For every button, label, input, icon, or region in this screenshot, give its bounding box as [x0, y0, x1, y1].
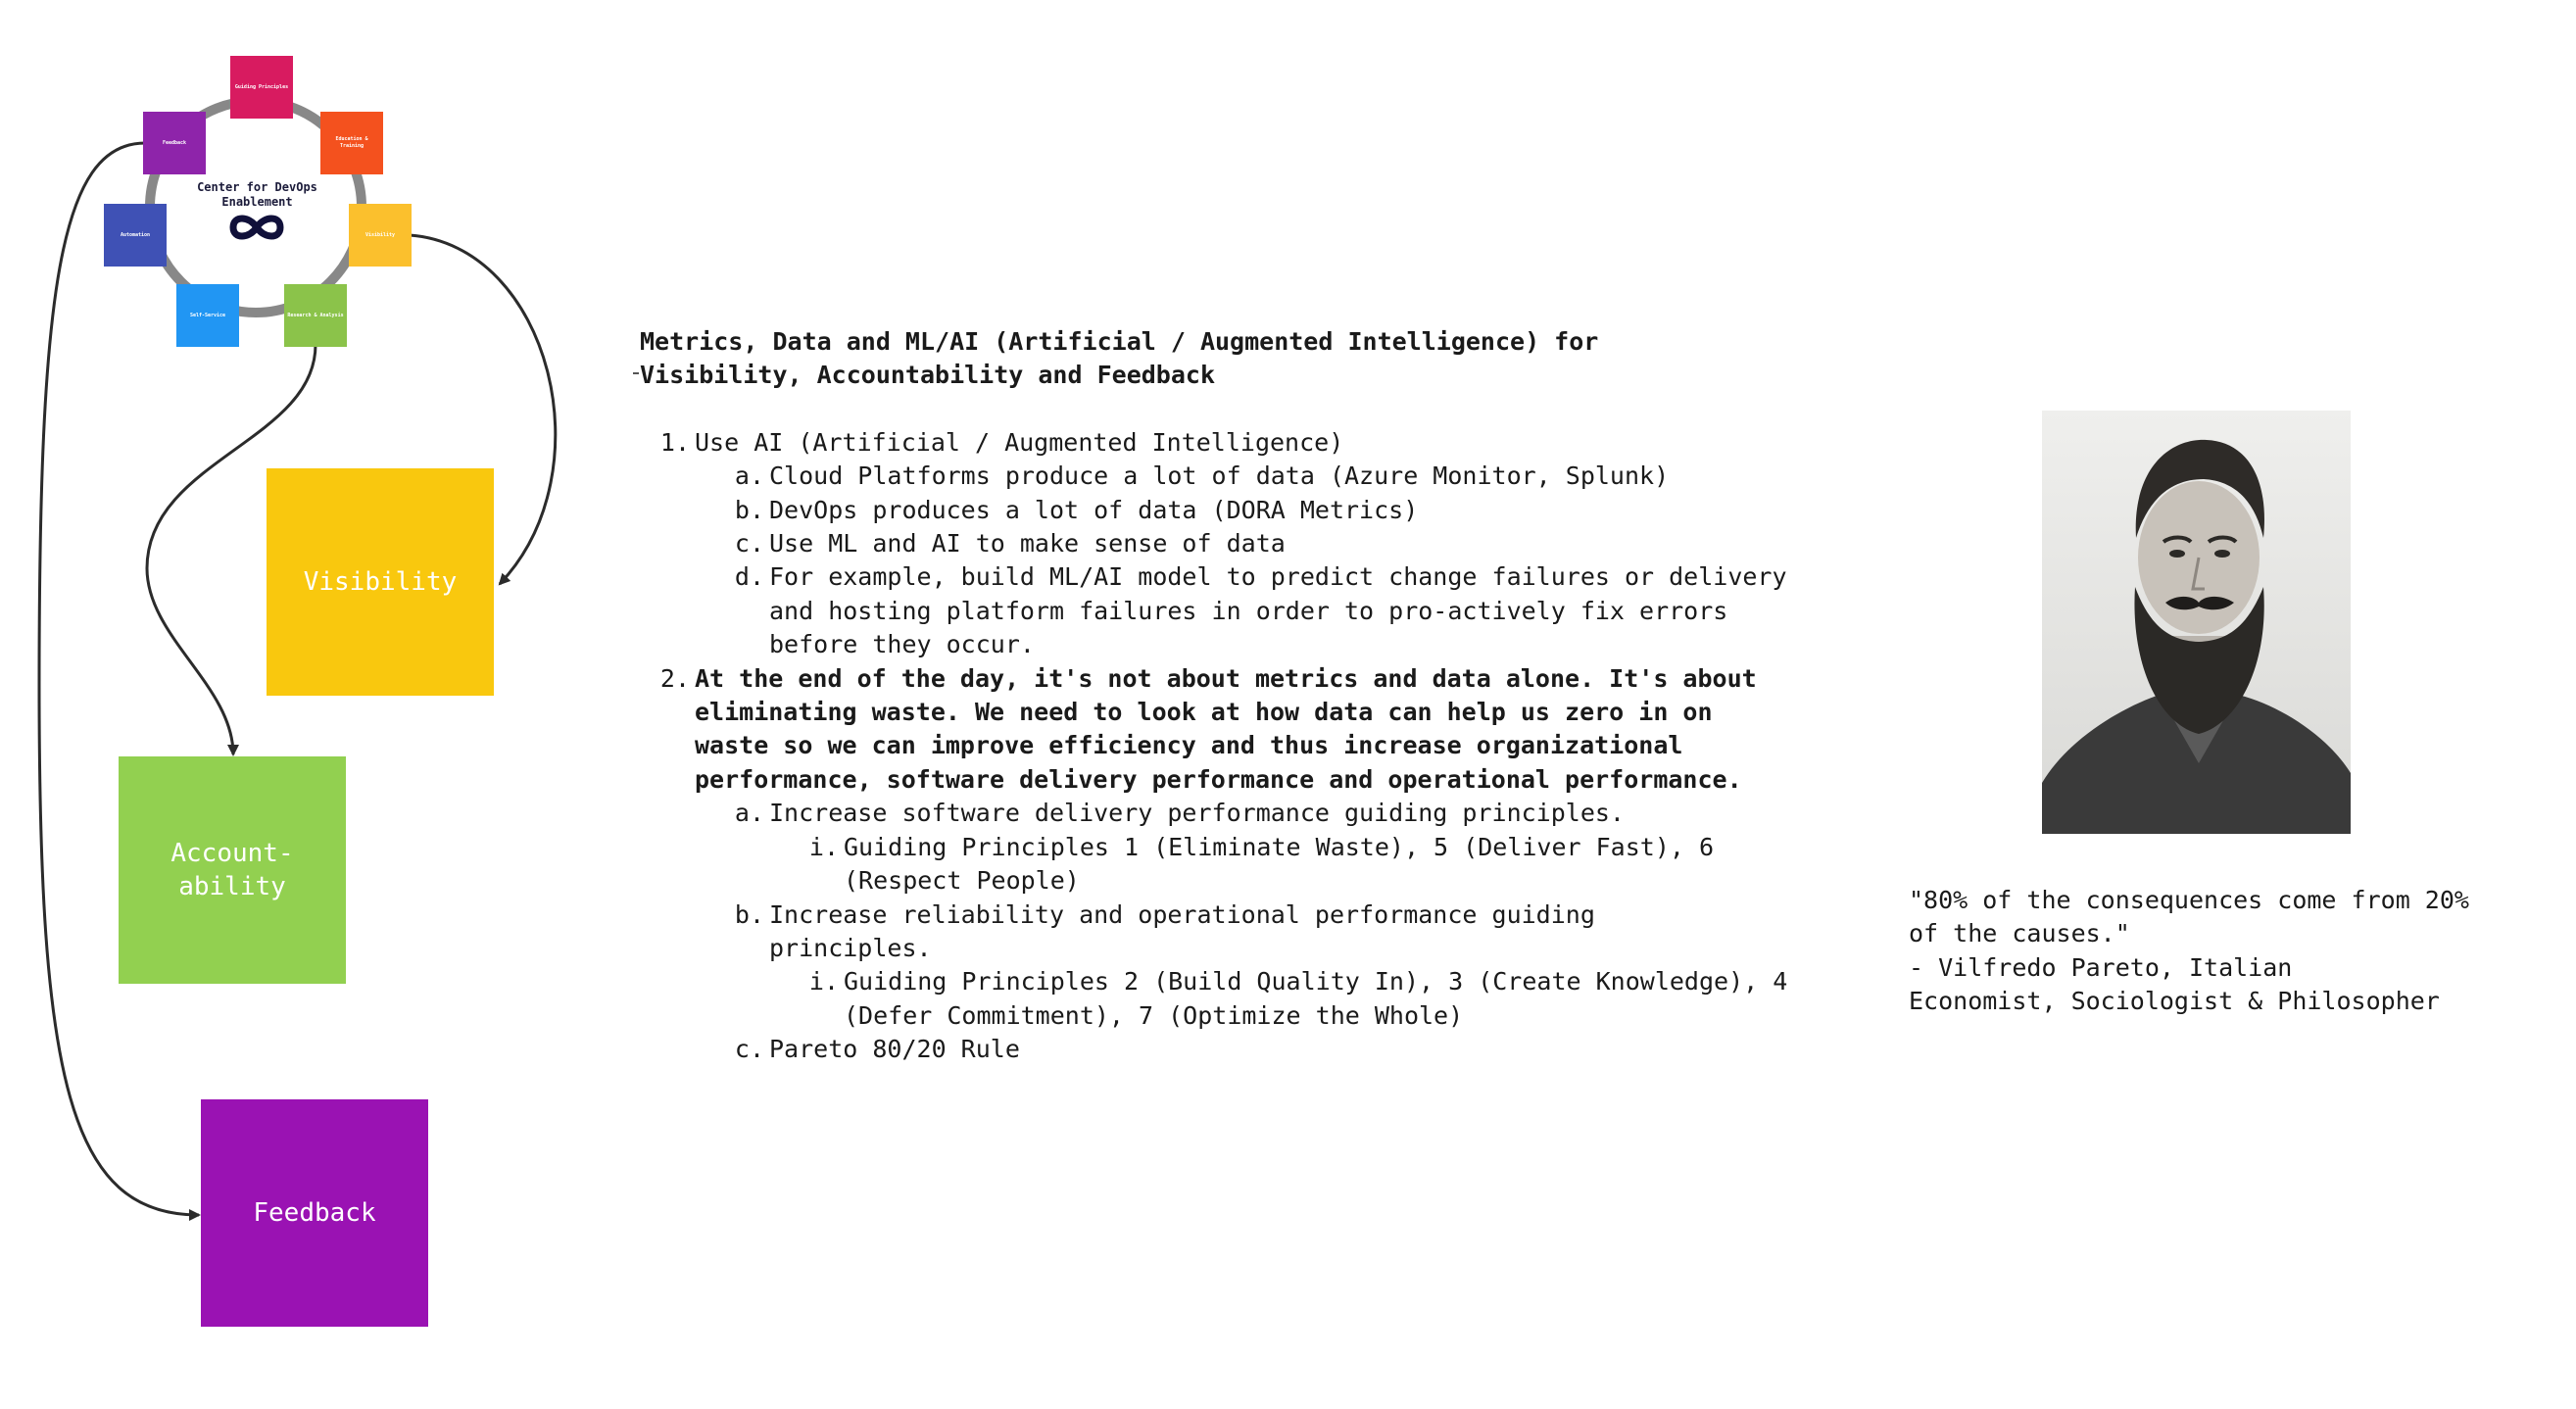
list-item-2b: b. Increase reliability and operational …	[735, 899, 1749, 966]
main-text-block: Metrics, Data and ML/AI (Artificial / Au…	[633, 325, 1816, 1067]
list-marker: 1.	[659, 427, 690, 457]
pareto-quote: "80% of the consequences come from 20% o…	[1909, 886, 2469, 1016]
list-marker: a.	[734, 462, 764, 491]
ring-tile-automation: Automation	[104, 204, 167, 267]
list-item-text: At the end of the day, it's not about me…	[695, 663, 1757, 794]
ring-tile-feedback: Feedback	[143, 112, 206, 174]
list-item-text: Guiding Principles 1 (Eliminate Waste), …	[844, 832, 1715, 896]
list-item-2: 2. At the end of the day, it's not about…	[660, 662, 1763, 798]
ring-tile-visibility: Visibility	[349, 204, 412, 267]
list-item-1a: a. Cloud Platforms produce a lot of data…	[735, 460, 1816, 493]
accountability-box-label: Account- ability	[170, 839, 294, 901]
list-marker: 2.	[659, 663, 690, 693]
portrait-illustration	[2042, 411, 2351, 834]
list-item-2b-i: i. Guiding Principles 2 (Build Quality I…	[809, 965, 1823, 1033]
feedback-box-label: Feedback	[253, 1198, 376, 1228]
arrow-to-feedback	[37, 141, 201, 1221]
ring-tile-label: Education & Training	[335, 136, 368, 149]
ring-tile-research-analysis: Research & Analysis	[284, 284, 347, 347]
list-item-1c: c. Use ML and AI to make sense of data	[735, 527, 1816, 560]
list-marker: i.	[808, 832, 839, 861]
ring-tile-guiding-principles: Guiding Principles	[230, 56, 293, 119]
list-marker: b.	[734, 899, 764, 929]
list-marker: i.	[808, 967, 839, 996]
list-item-1: 1. Use AI (Artificial / Augmented Intell…	[660, 426, 1816, 460]
feedback-box: Feedback	[201, 1099, 428, 1327]
diagram-canvas: Guiding Principles Education & Training …	[0, 0, 2576, 1409]
visibility-box-label: Visibility	[303, 567, 458, 597]
list-item-2a-i: i. Guiding Principles 1 (Eliminate Waste…	[809, 831, 1814, 899]
list-item-text: Increase reliability and operational per…	[769, 899, 1595, 962]
list-marker: d.	[734, 562, 764, 592]
list-item-text: Guiding Principles 2 (Build Quality In),…	[844, 967, 1788, 1030]
list-item-text: For example, build ML/AI model to predic…	[769, 562, 1787, 659]
ring-tile-label: Automation	[120, 231, 151, 238]
list-item-1b: b. DevOps produces a lot of data (DORA M…	[735, 494, 1816, 527]
list-item-1d: d. For example, build ML/AI model to pre…	[735, 560, 1808, 661]
ring-tile-label: Visibility	[365, 231, 396, 238]
ring-tile-label: Research & Analysis	[287, 312, 344, 318]
list-item-text: Use ML and AI to make sense of data	[769, 529, 1286, 559]
ring-tile-education-training: Education & Training	[320, 112, 383, 174]
ring-tile-label: Self-Service	[189, 312, 226, 318]
list-marker: b.	[734, 495, 764, 524]
ring-center-title: Center for DevOps Enablement	[197, 180, 317, 209]
section-title: Metrics, Data and ML/AI (Artificial / Au…	[640, 327, 1599, 390]
visibility-box: Visibility	[267, 468, 494, 696]
list-item-text: Use AI (Artificial / Augmented Intellige…	[695, 427, 1344, 457]
ring-tile-self-service: Self-Service	[176, 284, 239, 347]
infinity-icon	[229, 215, 284, 240]
list-item-2c: c. Pareto 80/20 Rule	[735, 1033, 1816, 1066]
pareto-portrait	[2042, 411, 2351, 834]
list-item-2a: a. Increase software delivery performanc…	[735, 797, 1816, 830]
accountability-box: Account- ability	[119, 756, 346, 984]
list-item-text: Increase software delivery performance g…	[769, 799, 1625, 828]
list-marker: a.	[734, 799, 764, 828]
ring-tile-label: Feedback	[162, 139, 187, 146]
text-cursor-mark	[633, 372, 639, 374]
list-item-text: Pareto 80/20 Rule	[769, 1035, 1020, 1064]
list-marker: c.	[734, 529, 764, 559]
list-item-text: DevOps produces a lot of data (DORA Metr…	[769, 495, 1419, 524]
ring-tile-label: Guiding Principles	[234, 83, 289, 90]
list-item-text: Cloud Platforms produce a lot of data (A…	[769, 462, 1670, 491]
list-marker: c.	[734, 1035, 764, 1064]
